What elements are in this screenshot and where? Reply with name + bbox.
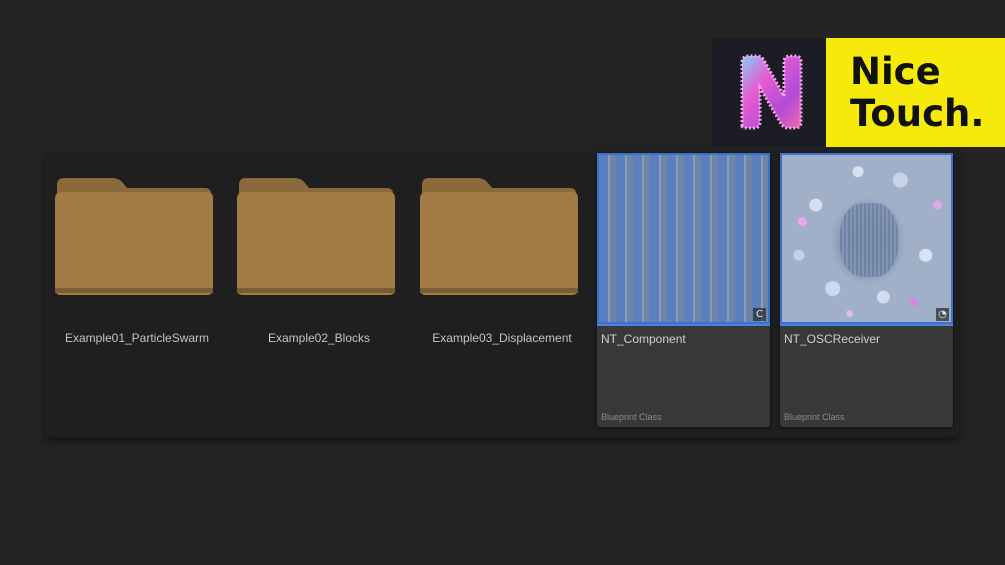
asset-type-label: Blueprint Class [784, 412, 845, 422]
fuzzy-n-logo-icon [740, 54, 803, 130]
particle-core [840, 203, 898, 277]
editor-viewport: Nice Touch. Example01_ParticleSwarm Exam… [0, 0, 1005, 565]
logo-line-nice: Nice [850, 50, 941, 93]
asset-tile-nt-oscreceiver[interactable]: ◔ NT_OSCReceiver Blueprint Class [780, 153, 953, 427]
folder-tile[interactable]: Example03_Displacement [412, 153, 592, 353]
asset-thumbnail: C [597, 153, 770, 324]
blueprint-class-icon: ◔ [936, 308, 949, 321]
folder-label: Example03_Displacement [432, 331, 572, 345]
blueprint-class-icon: C [753, 308, 766, 321]
folder-tile[interactable]: Example02_Blocks [229, 153, 409, 353]
asset-thumbnail: ◔ [780, 153, 953, 324]
asset-tile-nt-component[interactable]: C NT_Component Blueprint Class [597, 153, 770, 427]
content-browser-panel: Example01_ParticleSwarm Example02_Blocks… [45, 153, 959, 437]
asset-name: NT_OSCReceiver [784, 332, 881, 346]
asset-name: NT_Component [601, 332, 686, 346]
folder-tile[interactable]: Example01_ParticleSwarm [47, 153, 227, 353]
nice-touch-logo: Nice Touch. [712, 38, 1005, 147]
folder-icon [237, 178, 395, 295]
striped-thumbnail [597, 153, 770, 324]
asset-type-label: Blueprint Class [601, 412, 662, 422]
folder-icon [420, 178, 578, 295]
asset-type-color-bar [780, 324, 953, 326]
folder-label: Example01_ParticleSwarm [64, 331, 210, 345]
folder-label: Example02_Blocks [267, 331, 371, 345]
logo-line-touch: Touch. [850, 92, 985, 135]
particle-thumbnail [780, 153, 953, 324]
logo-wordmark: Nice Touch. [826, 38, 1005, 147]
logo-mark [712, 38, 826, 147]
folder-icon [55, 178, 213, 295]
asset-type-color-bar [597, 324, 770, 326]
